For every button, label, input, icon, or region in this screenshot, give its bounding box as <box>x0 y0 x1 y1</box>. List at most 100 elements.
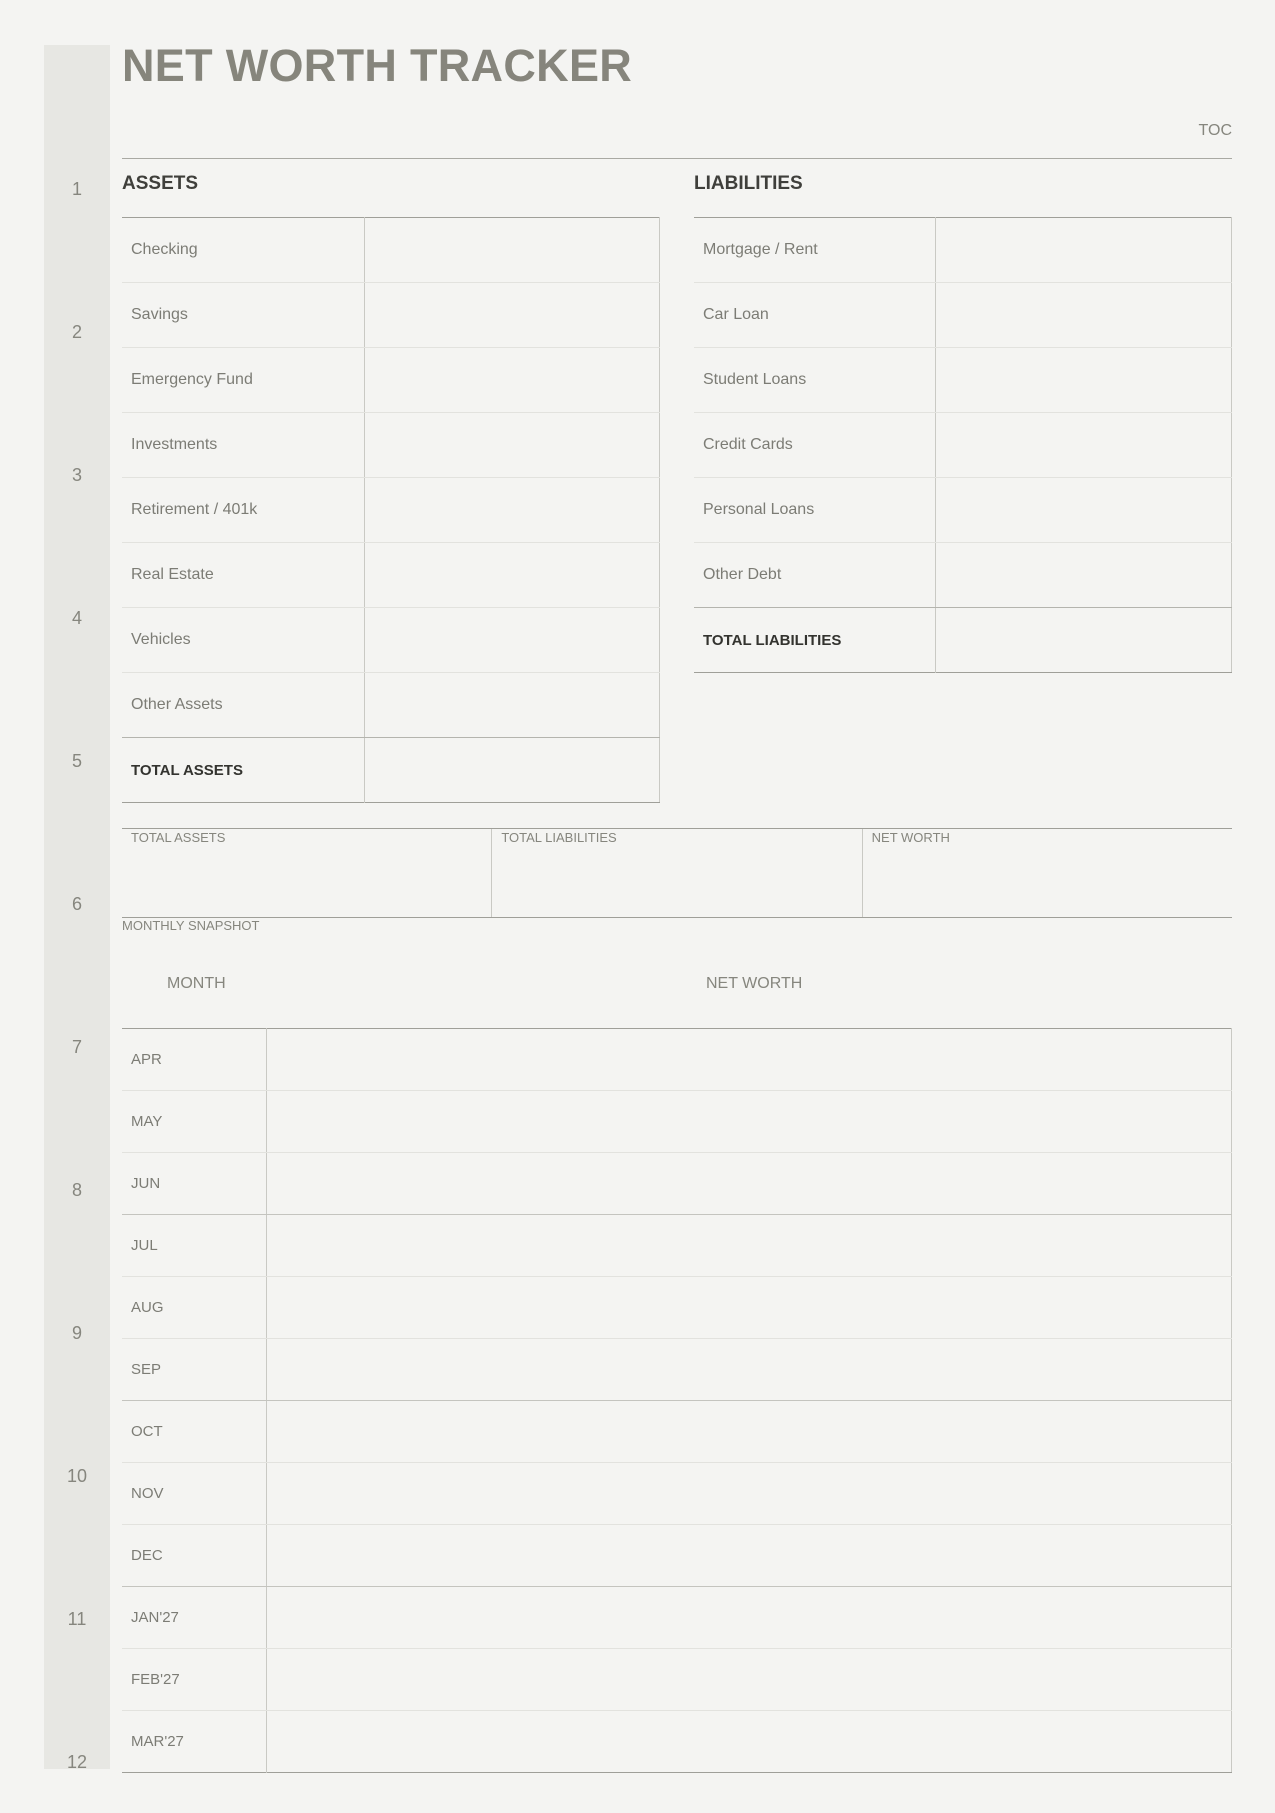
page-index-4[interactable]: 4 <box>44 608 110 629</box>
liability-value-field[interactable] <box>934 542 1232 608</box>
liabilities-table: Mortgage / Rent Car Loan Student Loans C… <box>694 217 1232 673</box>
month-label: MAY <box>122 1090 266 1153</box>
summary-total-assets-field[interactable]: TOTAL ASSETS <box>122 829 491 917</box>
page-index-8[interactable]: 8 <box>44 1180 110 1201</box>
month-row: JAN'27 <box>122 1586 1232 1649</box>
liability-row: Other Debt <box>694 542 1232 608</box>
month-row: MAY <box>122 1090 1232 1153</box>
month-row: NOV <box>122 1462 1232 1525</box>
month-net-worth-field[interactable] <box>265 1648 1232 1711</box>
liability-label: Car Loan <box>694 282 935 348</box>
total-liabilities-row: TOTAL LIABILITIES <box>694 607 1232 673</box>
page-index-6[interactable]: 6 <box>44 894 110 915</box>
page-index-1[interactable]: 1 <box>44 179 110 200</box>
summary-net-worth-label: NET WORTH <box>871 830 950 845</box>
month-row: JUL <box>122 1214 1232 1277</box>
month-label: NOV <box>122 1462 266 1525</box>
month-label: APR <box>122 1028 266 1091</box>
liability-row: Credit Cards <box>694 412 1232 478</box>
month-row: MAR'27 <box>122 1710 1232 1773</box>
page-index-2[interactable]: 2 <box>44 322 110 343</box>
page-index-5[interactable]: 5 <box>44 751 110 772</box>
summary-bar: TOTAL ASSETS TOTAL LIABILITIES NET WORTH <box>122 828 1232 918</box>
summary-total-liabilities-field[interactable]: TOTAL LIABILITIES <box>491 829 861 917</box>
month-label: DEC <box>122 1524 266 1587</box>
asset-row: Investments <box>122 412 660 478</box>
month-row: JUN <box>122 1152 1232 1215</box>
month-net-worth-field[interactable] <box>265 1338 1232 1401</box>
liability-row: Mortgage / Rent <box>694 217 1232 283</box>
liability-row: Student Loans <box>694 347 1232 413</box>
month-net-worth-field[interactable] <box>265 1710 1232 1773</box>
month-net-worth-field[interactable] <box>265 1462 1232 1525</box>
asset-label: Real Estate <box>122 542 364 608</box>
month-label: FEB'27 <box>122 1648 266 1711</box>
month-label: SEP <box>122 1338 266 1401</box>
asset-value-field[interactable] <box>363 477 660 543</box>
liability-row: Personal Loans <box>694 477 1232 543</box>
month-net-worth-field[interactable] <box>265 1586 1232 1649</box>
month-net-worth-field[interactable] <box>265 1152 1232 1215</box>
asset-label: Retirement / 401k <box>122 477 364 543</box>
asset-row: Savings <box>122 282 660 348</box>
asset-label: Emergency Fund <box>122 347 364 413</box>
liability-value-field[interactable] <box>934 347 1232 413</box>
month-label: OCT <box>122 1400 266 1463</box>
asset-label: Savings <box>122 282 364 348</box>
asset-row: Other Assets <box>122 672 660 738</box>
month-row: DEC <box>122 1524 1232 1587</box>
liability-value-field[interactable] <box>934 217 1232 283</box>
liability-value-field[interactable] <box>934 477 1232 543</box>
asset-value-field[interactable] <box>363 412 660 478</box>
asset-value-field[interactable] <box>363 282 660 348</box>
total-liabilities-label: TOTAL LIABILITIES <box>703 631 842 649</box>
page-index-3[interactable]: 3 <box>44 465 110 486</box>
total-liabilities-field[interactable] <box>934 607 1232 673</box>
net-worth-column-header: NET WORTH <box>706 975 803 992</box>
month-label: JUN <box>122 1152 266 1215</box>
liability-row: Car Loan <box>694 282 1232 348</box>
total-assets-field[interactable] <box>363 737 660 803</box>
asset-value-field[interactable] <box>363 672 660 738</box>
monthly-snapshot-table: APR MAY JUN JUL AUG SEP OCT NOV DEC JAN'… <box>122 1028 1232 1773</box>
asset-row: Real Estate <box>122 542 660 608</box>
page-index-gutter: 1 2 3 4 5 6 7 8 9 10 11 12 <box>44 45 110 1772</box>
asset-value-field[interactable] <box>363 217 660 283</box>
asset-row: Checking <box>122 217 660 283</box>
asset-label: Vehicles <box>122 607 364 673</box>
liability-value-field[interactable] <box>934 412 1232 478</box>
month-label: AUG <box>122 1276 266 1339</box>
title-divider <box>122 158 1232 159</box>
page-title: NET WORTH TRACKER <box>122 40 633 91</box>
month-label: JUL <box>122 1214 266 1277</box>
month-row: AUG <box>122 1276 1232 1339</box>
month-net-worth-field[interactable] <box>265 1028 1232 1091</box>
month-label: JAN'27 <box>122 1586 266 1649</box>
month-net-worth-field[interactable] <box>265 1090 1232 1153</box>
summary-net-worth-field[interactable]: NET WORTH <box>861 829 1232 917</box>
page-index-10[interactable]: 10 <box>44 1466 110 1487</box>
liability-label: Personal Loans <box>694 477 935 543</box>
month-column-header: MONTH <box>167 975 226 992</box>
month-label: MAR'27 <box>131 1733 184 1750</box>
toc-link[interactable]: TOC <box>1199 122 1232 140</box>
month-net-worth-field[interactable] <box>265 1400 1232 1463</box>
summary-total-assets-label: TOTAL ASSETS <box>131 830 226 845</box>
asset-value-field[interactable] <box>363 347 660 413</box>
monthly-snapshot-label: MONTHLY SNAPSHOT <box>122 918 260 933</box>
asset-value-field[interactable] <box>363 607 660 673</box>
asset-value-field[interactable] <box>363 542 660 608</box>
asset-row: Emergency Fund <box>122 347 660 413</box>
asset-label: Checking <box>122 217 364 283</box>
page-index-12[interactable]: 12 <box>44 1752 110 1773</box>
page-index-11[interactable]: 11 <box>44 1609 110 1630</box>
month-row: OCT <box>122 1400 1232 1463</box>
month-net-worth-field[interactable] <box>265 1276 1232 1339</box>
asset-row: Retirement / 401k <box>122 477 660 543</box>
page-index-7[interactable]: 7 <box>44 1037 110 1058</box>
month-net-worth-field[interactable] <box>265 1214 1232 1277</box>
liabilities-heading: LIABILITIES <box>694 173 803 194</box>
page-index-9[interactable]: 9 <box>44 1323 110 1344</box>
liability-value-field[interactable] <box>934 282 1232 348</box>
month-net-worth-field[interactable] <box>265 1524 1232 1587</box>
